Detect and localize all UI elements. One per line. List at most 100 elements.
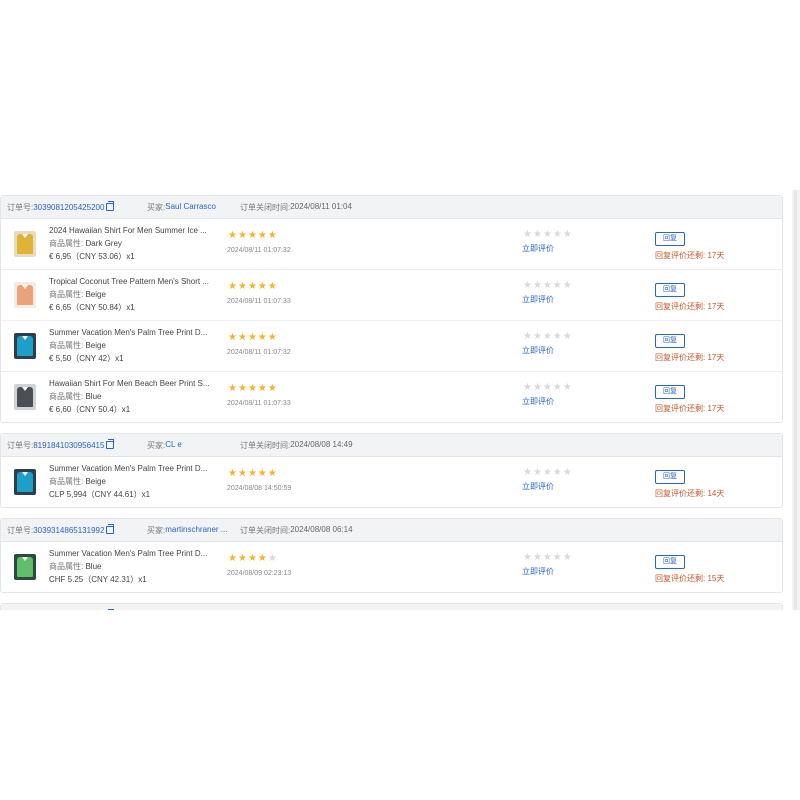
product-thumbnail[interactable] xyxy=(14,469,36,495)
star-icon[interactable]: ★ xyxy=(533,553,542,563)
close-time-group: 订单关闭时间: 2024/08/08 06:14 xyxy=(240,525,353,536)
rate-now-link[interactable]: 立即评价 xyxy=(522,396,572,407)
seller-rating: ★ ★ ★ ★ ★ 立即评价 xyxy=(522,281,572,305)
product-thumbnail[interactable] xyxy=(14,231,36,257)
reply-button[interactable]: 回复 xyxy=(655,470,685,484)
seller-rating-stars[interactable]: ★ ★ ★ ★ ★ xyxy=(523,553,572,563)
rate-now-link[interactable]: 立即评价 xyxy=(522,566,572,577)
star-icon[interactable]: ★ xyxy=(563,332,572,342)
reply-button[interactable]: 回复 xyxy=(655,385,685,399)
close-time-group: 订单关闭时间:2024/08/07 08:26 xyxy=(240,610,352,611)
star-icon[interactable]: ★ xyxy=(523,468,532,478)
product-title[interactable]: 2024 Hawaiian Shirt For Men Summer Ice .… xyxy=(49,224,214,237)
star-icon[interactable]: ★ xyxy=(543,383,552,393)
star-icon: ★ xyxy=(267,383,277,394)
scrollbar[interactable] xyxy=(792,190,800,610)
star-icon[interactable]: ★ xyxy=(533,230,542,240)
star-icon[interactable]: ★ xyxy=(533,281,542,291)
product-price: € 6,65（CNY 50.84）x1 xyxy=(49,303,135,312)
reply-action: 回复 回复评价还剩: 17天 xyxy=(655,334,724,363)
star-icon[interactable]: ★ xyxy=(553,230,562,240)
close-time-label: 订单关闭时间: xyxy=(240,610,290,611)
buyer-link[interactable]: Daisian Dutch... xyxy=(165,610,221,611)
buyer-label: 买家: xyxy=(147,525,166,535)
star-icon[interactable]: ★ xyxy=(553,281,562,291)
product-title[interactable]: Hawaiian Shirt For Men Beach Beer Print … xyxy=(49,377,214,390)
star-icon[interactable]: ★ xyxy=(533,468,542,478)
star-icon[interactable]: ★ xyxy=(563,383,572,393)
product-title[interactable]: Tropical Coconut Tree Pattern Men's Shor… xyxy=(49,275,214,288)
star-icon: ★ xyxy=(247,332,257,343)
buyer-label: 买家: xyxy=(147,440,166,450)
reply-deadline: 回复评价还剩: 17天 xyxy=(655,404,725,413)
star-icon[interactable]: ★ xyxy=(563,553,572,563)
star-icon[interactable]: ★ xyxy=(553,468,562,478)
product-title[interactable]: Summer Vacation Men's Palm Tree Print D.… xyxy=(49,326,214,339)
reply-button[interactable]: 回复 xyxy=(655,283,685,297)
star-icon[interactable]: ★ xyxy=(543,553,552,563)
star-icon[interactable]: ★ xyxy=(553,383,562,393)
star-icon[interactable]: ★ xyxy=(523,281,532,291)
copy-icon[interactable] xyxy=(106,439,115,449)
buyer-rating: ★ ★ ★ ★ ★ 2024/08/08 14:50:59 xyxy=(227,468,291,493)
order-item-row: Tropical Coconut Tree Pattern Men's Shor… xyxy=(1,270,782,321)
rate-now-link[interactable]: 立即评价 xyxy=(522,345,572,356)
order-id-link[interactable]: 3039314865131992 xyxy=(33,526,104,535)
copy-icon[interactable] xyxy=(106,201,115,211)
buyer-link[interactable]: CL e xyxy=(165,440,182,451)
star-icon[interactable]: ★ xyxy=(553,332,562,342)
rate-now-link[interactable]: 立即评价 xyxy=(522,294,572,305)
star-icon[interactable]: ★ xyxy=(543,281,552,291)
order-id-link[interactable]: 8191841030956415 xyxy=(33,441,104,450)
star-icon: ★ xyxy=(267,332,277,343)
product-attr: 商品属性: Beige xyxy=(49,339,214,352)
product-attr: 商品属性: Blue xyxy=(49,390,214,403)
star-icon[interactable]: ★ xyxy=(543,230,552,240)
seller-rating-stars[interactable]: ★ ★ ★ ★ ★ xyxy=(523,281,572,291)
rate-now-link[interactable]: 立即评价 xyxy=(522,243,572,254)
star-icon[interactable]: ★ xyxy=(523,230,532,240)
order-id-link[interactable]: 3039081205425200 xyxy=(33,203,104,212)
close-time-value: 2024/08/11 01:04 xyxy=(290,201,352,211)
star-icon: ★ xyxy=(247,553,257,564)
seller-rating-stars[interactable]: ★ ★ ★ ★ ★ xyxy=(523,332,572,342)
seller-rating: ★ ★ ★ ★ ★ 立即评价 xyxy=(522,230,572,254)
reply-deadline: 回复评价还剩: 15天 xyxy=(655,574,725,583)
star-icon[interactable]: ★ xyxy=(563,230,572,240)
rate-now-link[interactable]: 立即评价 xyxy=(522,481,572,492)
star-icon[interactable]: ★ xyxy=(523,553,532,563)
rating-stars: ★ ★ ★ ★ ★ xyxy=(228,554,291,564)
attr-label: 商品属性: xyxy=(49,239,84,248)
product-thumbnail[interactable] xyxy=(14,384,36,410)
order-id-group: 订单号:3039149142089968 xyxy=(7,609,147,610)
seller-rating-stars[interactable]: ★ ★ ★ ★ ★ xyxy=(523,468,572,478)
product-price: CHF 5.25（CNY 42.31）x1 xyxy=(49,575,147,584)
product-title[interactable]: Summer Vacation Men's Palm Tree Print D.… xyxy=(49,547,214,560)
buyer-link[interactable]: martinschraner ... xyxy=(165,525,227,536)
star-icon[interactable]: ★ xyxy=(533,332,542,342)
star-icon[interactable]: ★ xyxy=(543,332,552,342)
copy-icon[interactable] xyxy=(106,524,115,534)
product-thumbnail[interactable] xyxy=(14,554,36,580)
buyer-rating: ★ ★ ★ ★ ★ 2024/08/11 01:07:33 xyxy=(227,383,291,408)
seller-rating-stars[interactable]: ★ ★ ★ ★ ★ xyxy=(523,383,572,393)
star-icon[interactable]: ★ xyxy=(533,383,542,393)
star-icon[interactable]: ★ xyxy=(543,468,552,478)
star-icon[interactable]: ★ xyxy=(523,332,532,342)
reply-button[interactable]: 回复 xyxy=(655,555,685,569)
star-icon: ★ xyxy=(237,468,247,479)
reply-button[interactable]: 回复 xyxy=(655,334,685,348)
star-icon[interactable]: ★ xyxy=(553,553,562,563)
star-icon[interactable]: ★ xyxy=(523,383,532,393)
star-icon: ★ xyxy=(257,553,267,564)
star-icon[interactable]: ★ xyxy=(563,468,572,478)
star-icon[interactable]: ★ xyxy=(563,281,572,291)
product-thumbnail[interactable] xyxy=(14,282,36,308)
product-title[interactable]: Summer Vacation Men's Palm Tree Print D.… xyxy=(49,462,214,475)
reply-button[interactable]: 回复 xyxy=(655,232,685,246)
product-thumbnail[interactable] xyxy=(14,333,36,359)
buyer-link[interactable]: Saul Carrasco xyxy=(165,202,216,213)
attr-value: Blue xyxy=(85,392,102,401)
seller-rating-stars[interactable]: ★ ★ ★ ★ ★ xyxy=(523,230,572,240)
close-time-group: 订单关闭时间: 2024/08/08 14:49 xyxy=(240,440,353,451)
